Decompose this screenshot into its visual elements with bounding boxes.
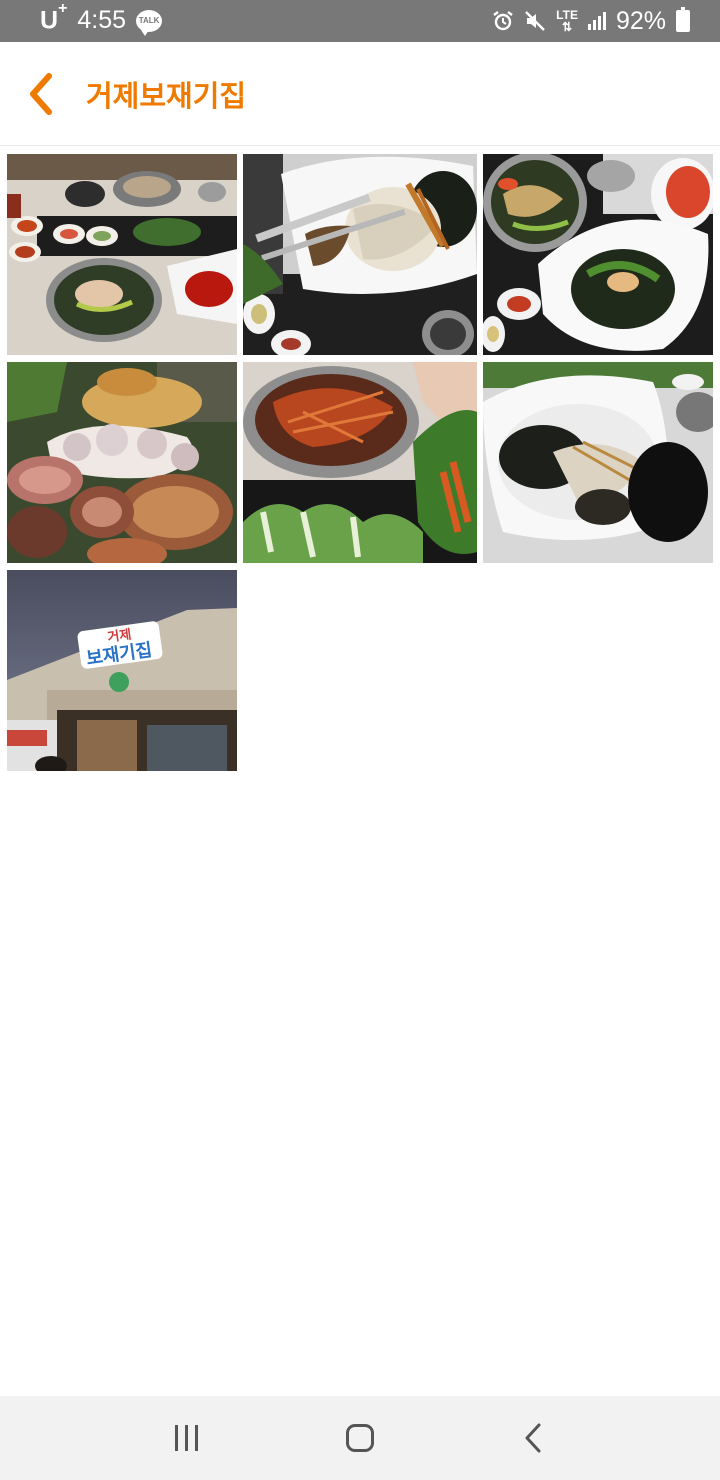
chevron-left-icon bbox=[30, 72, 52, 115]
photo-thumbnail[interactable] bbox=[7, 362, 237, 563]
back-button[interactable] bbox=[0, 42, 80, 146]
photo-thumbnail[interactable] bbox=[483, 154, 713, 355]
food-photo-image bbox=[7, 154, 237, 355]
food-photo-image bbox=[243, 362, 477, 563]
mute-icon bbox=[525, 11, 546, 31]
status-bar-right: LTE ⇅ 92% bbox=[492, 7, 690, 36]
back-icon bbox=[525, 1423, 541, 1453]
food-photo-image bbox=[483, 362, 713, 563]
home-button[interactable] bbox=[320, 1408, 400, 1468]
food-photo-image bbox=[7, 362, 237, 563]
signal-icon bbox=[587, 12, 606, 30]
recents-button[interactable] bbox=[147, 1408, 227, 1468]
battery-percent: 92% bbox=[615, 6, 666, 35]
clock: 4:55 bbox=[77, 6, 127, 35]
food-photo-image bbox=[243, 154, 477, 355]
alarm-icon bbox=[493, 11, 513, 31]
system-navigation-bar bbox=[0, 1396, 720, 1480]
status-bar-left: U+ 4:55 TALK bbox=[40, 0, 163, 36]
photo-thumbnail[interactable] bbox=[243, 154, 477, 355]
page-title: 거제보재기집 bbox=[86, 78, 247, 113]
system-back-button[interactable] bbox=[493, 1408, 573, 1468]
carrier-label: U+ bbox=[40, 0, 68, 35]
photo-thumbnail[interactable] bbox=[243, 362, 477, 563]
home-icon bbox=[345, 1424, 374, 1452]
app-bar: 거제보재기집 bbox=[0, 42, 720, 146]
battery-icon bbox=[676, 7, 690, 32]
lte-icon: LTE ⇅ bbox=[556, 8, 578, 34]
status-bar: U+ 4:55 TALK LTE ⇅ 92% bbox=[0, 0, 720, 42]
recents-icon bbox=[175, 1425, 199, 1451]
kakaotalk-notification-icon: TALK bbox=[136, 9, 163, 36]
restaurant-storefront-image: 거제 보재기집 bbox=[7, 570, 237, 771]
photo-grid: 거제 보재기집 bbox=[7, 154, 714, 771]
photo-thumbnail[interactable] bbox=[7, 154, 237, 355]
photo-thumbnail[interactable] bbox=[483, 362, 713, 563]
food-photo-image bbox=[483, 154, 713, 355]
photo-thumbnail[interactable]: 거제 보재기집 bbox=[7, 570, 237, 771]
